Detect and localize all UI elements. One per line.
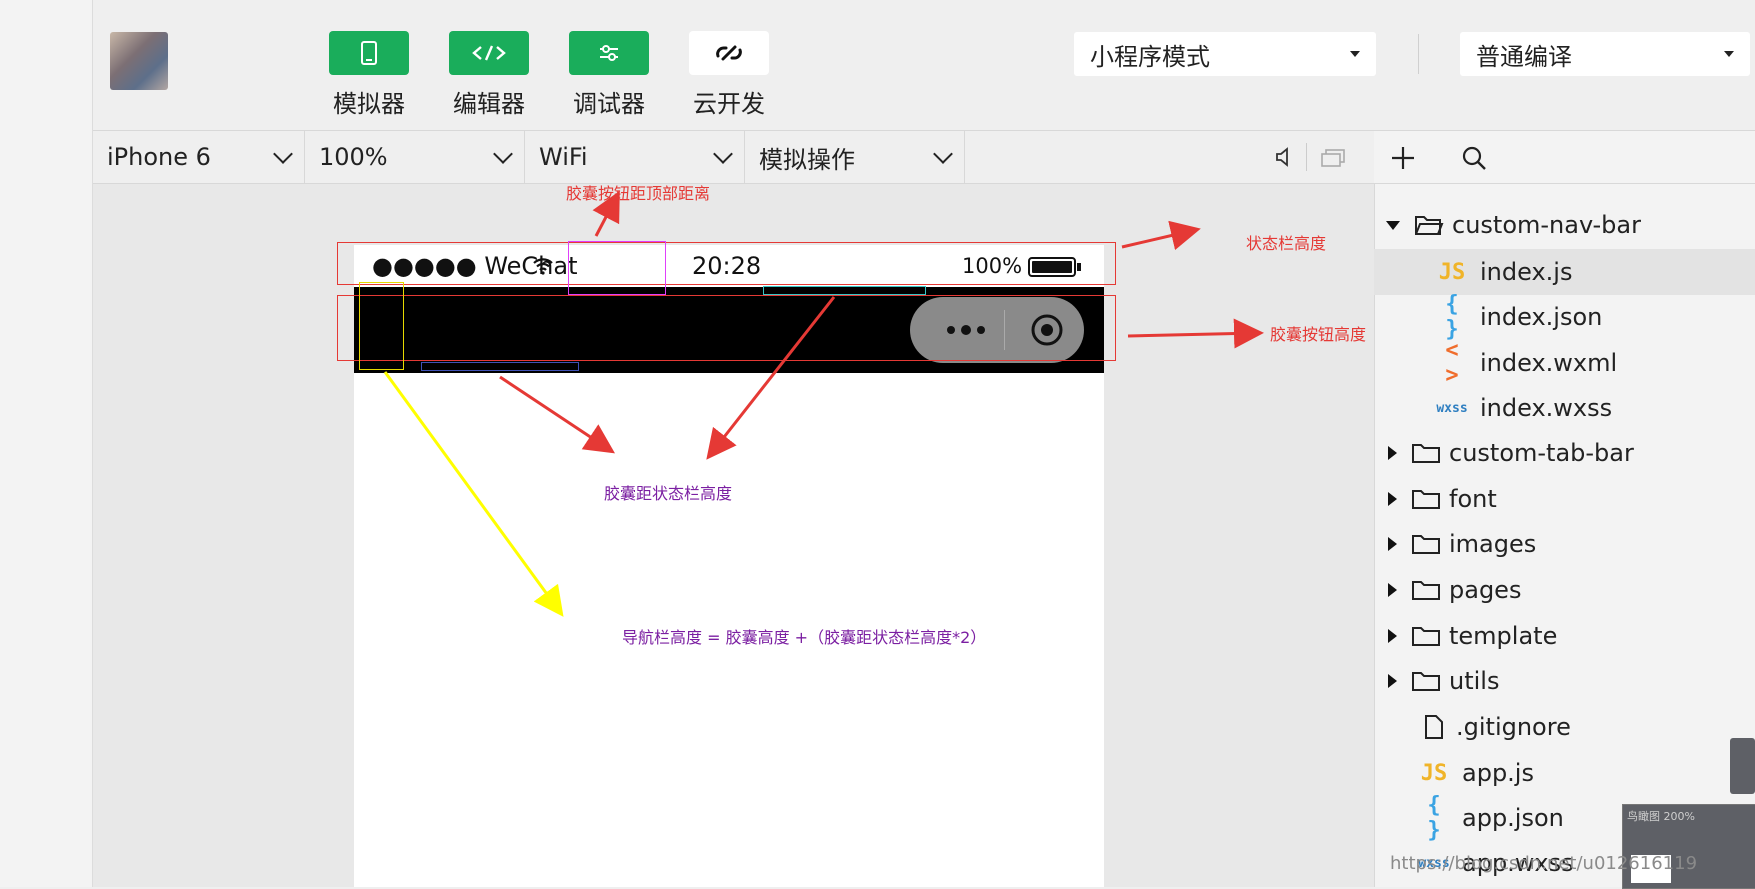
tree-file-index-js[interactable]: JS index.js bbox=[1374, 249, 1755, 295]
explorer-toolbar bbox=[1374, 131, 1755, 184]
tree-folder-template[interactable]: template bbox=[1374, 613, 1755, 659]
tree-file-app-js[interactable]: JS app.js bbox=[1374, 750, 1755, 796]
arrow-nav-height bbox=[383, 371, 564, 617]
watermark: https://blog.csdn.net/u012616119 bbox=[1390, 853, 1698, 874]
collapsed-triangle-icon bbox=[1388, 674, 1397, 688]
tree-folder-font[interactable]: font bbox=[1374, 476, 1755, 522]
collapsed-triangle-icon bbox=[1388, 492, 1397, 506]
tree-label: app.js bbox=[1462, 759, 1534, 787]
tree-label: pages bbox=[1449, 576, 1522, 604]
js-icon: JS bbox=[1420, 760, 1448, 786]
anno-status-bar-height: 状态栏高度 bbox=[1246, 234, 1327, 253]
tree-file-index-json[interactable]: { } index.json bbox=[1374, 292, 1755, 342]
folder-icon bbox=[1412, 490, 1440, 509]
folder-open-icon bbox=[1415, 216, 1444, 235]
tree-label: .gitignore bbox=[1456, 713, 1571, 741]
tree-folder-utils[interactable]: utils bbox=[1374, 658, 1755, 704]
tree-label: app.json bbox=[1462, 804, 1564, 832]
minimap-label: 鸟瞰图 200% bbox=[1627, 810, 1695, 823]
tree-folder-custom-nav-bar[interactable]: custom-nav-bar bbox=[1374, 202, 1755, 248]
anno-capsule-top-distance: 胶囊按钮距顶部距离 bbox=[566, 184, 711, 203]
js-icon: JS bbox=[1438, 259, 1466, 285]
collapsed-triangle-icon bbox=[1388, 629, 1397, 643]
tree-label: custom-nav-bar bbox=[1452, 211, 1641, 239]
tree-label: custom-tab-bar bbox=[1449, 439, 1634, 467]
arrow-gap-bottom bbox=[499, 375, 615, 454]
expanded-triangle-icon bbox=[1386, 220, 1400, 230]
tree-label: utils bbox=[1449, 667, 1500, 695]
wxml-icon: < > bbox=[1445, 338, 1459, 388]
minimap-thumbnail[interactable]: 鸟瞰图 200% bbox=[1622, 804, 1755, 889]
tree-label: template bbox=[1449, 622, 1558, 650]
tree-label: font bbox=[1449, 485, 1497, 513]
folder-icon bbox=[1412, 444, 1440, 463]
tree-folder-pages[interactable]: pages bbox=[1374, 567, 1755, 613]
tree-file-index-wxml[interactable]: < > index.wxml bbox=[1374, 338, 1755, 388]
arrow-capsule-height bbox=[1127, 318, 1264, 349]
collapsed-triangle-icon bbox=[1388, 446, 1397, 460]
wxss-icon: wxss bbox=[1436, 400, 1468, 416]
tree-label: index.wxss bbox=[1480, 394, 1613, 422]
tree-folder-custom-tab-bar[interactable]: custom-tab-bar bbox=[1374, 430, 1755, 476]
anno-capsule-height: 胶囊按钮高度 bbox=[1270, 325, 1367, 344]
folder-icon bbox=[1412, 672, 1440, 691]
json-icon: { } bbox=[1445, 292, 1459, 342]
collapsed-triangle-icon bbox=[1388, 537, 1397, 551]
json-icon: { } bbox=[1427, 793, 1441, 843]
side-handle[interactable] bbox=[1730, 738, 1755, 794]
tree-file-index-wxss[interactable]: wxss index.wxss bbox=[1374, 385, 1755, 431]
arrow-gap-top bbox=[706, 296, 836, 460]
folder-icon bbox=[1412, 535, 1440, 554]
arrow-status-bar bbox=[1121, 220, 1201, 251]
tree-label: index.js bbox=[1480, 258, 1573, 286]
collapsed-triangle-icon bbox=[1388, 583, 1397, 597]
anno-nav-formula: 导航栏高度 = 胶囊高度 +（胶囊距状态栏高度*2） bbox=[622, 628, 987, 647]
folder-icon bbox=[1412, 627, 1440, 646]
tree-label: index.wxml bbox=[1480, 349, 1618, 377]
tree-file-gitignore[interactable]: .gitignore bbox=[1374, 704, 1755, 750]
anno-capsule-to-status: 胶囊距状态栏高度 bbox=[604, 484, 733, 503]
tree-label: images bbox=[1449, 530, 1537, 558]
tree-folder-images[interactable]: images bbox=[1374, 521, 1755, 567]
tree-label: index.json bbox=[1480, 303, 1603, 331]
search-icon[interactable] bbox=[1461, 145, 1487, 171]
file-icon bbox=[1425, 715, 1443, 739]
add-icon[interactable] bbox=[1390, 145, 1416, 171]
folder-icon bbox=[1412, 581, 1440, 600]
